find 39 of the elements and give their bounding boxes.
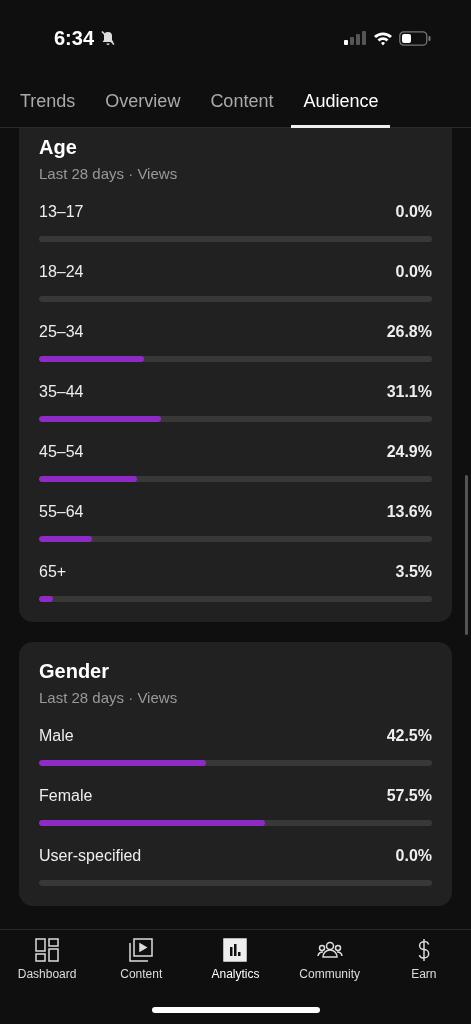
nav-item[interactable]: Analytics (190, 938, 281, 986)
nav-item[interactable]: Content (96, 938, 187, 986)
row-value: 24.9% (386, 443, 432, 461)
tab[interactable]: Trends (8, 91, 88, 128)
row-label: 13–17 (39, 203, 84, 221)
grid-icon (35, 938, 60, 962)
row-value: 13.6% (386, 503, 432, 521)
row-value: 0.0% (395, 847, 432, 865)
row-value: 57.5% (386, 787, 432, 805)
wifi-icon (373, 30, 393, 46)
tab[interactable]: Overview (93, 91, 193, 128)
nav-item[interactable]: Earn (378, 938, 469, 986)
row-label: User-specified (39, 847, 142, 865)
status-time: 6:34 (54, 26, 95, 50)
battery-icon (399, 30, 431, 46)
row-value: 0.0% (395, 263, 432, 281)
row-label: Male (39, 727, 74, 745)
video-library-icon (129, 938, 154, 962)
bar-chart-icon (223, 938, 248, 962)
row-label: 65+ (39, 563, 67, 581)
row-value: 3.5% (395, 563, 432, 581)
row-label: 35–44 (39, 383, 84, 401)
card-title: Gender (39, 660, 111, 683)
row-label: 55–64 (39, 503, 84, 521)
row-label: 25–34 (39, 323, 84, 341)
row-value: 26.8% (386, 323, 432, 341)
row-label: 18–24 (39, 263, 84, 281)
signal-icon (344, 31, 367, 45)
nav-item[interactable]: Community (284, 938, 375, 986)
row-label: 45–54 (39, 443, 84, 461)
card-title: Age (39, 136, 78, 159)
row-value: 31.1% (386, 383, 432, 401)
tab[interactable]: Content (198, 91, 286, 128)
row-value: 0.0% (395, 203, 432, 221)
nav-item[interactable]: Dashboard (2, 938, 93, 986)
card-subtitle: Last 28 days · Views (39, 165, 179, 182)
card-subtitle: Last 28 days · Views (39, 689, 179, 706)
row-value: 42.5% (386, 727, 432, 745)
row-label: Female (39, 787, 93, 805)
